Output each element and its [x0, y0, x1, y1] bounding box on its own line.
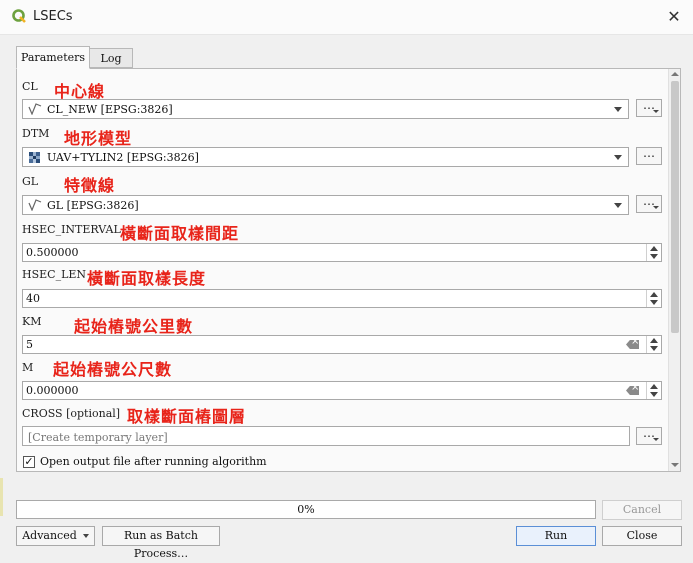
chevron-down-icon: [653, 206, 659, 209]
spin-arrows[interactable]: [646, 382, 661, 399]
parameters-panel: CL 中心線 CL_NEW [EPSG:3826] … DTM 地形模型 UAV…: [16, 68, 681, 472]
hsec-len-annotation: 橫斷面取樣長度: [87, 269, 207, 288]
advanced-label: Advanced: [22, 529, 77, 542]
m-label: M: [22, 361, 34, 374]
hsec-len-spinbox[interactable]: 40: [22, 289, 662, 308]
scrollbar-thumb[interactable]: [671, 81, 679, 333]
title-bar: LSECs ✕: [0, 0, 693, 35]
spin-up-icon[interactable]: [650, 246, 658, 251]
close-window-icon[interactable]: ✕: [663, 6, 685, 28]
m-value: 0.000000: [26, 384, 79, 397]
spin-arrows[interactable]: [646, 244, 661, 261]
cl-value: CL_NEW [EPSG:3826]: [47, 103, 173, 116]
m-spinbox[interactable]: 0.000000: [22, 381, 662, 400]
cl-layer-combo[interactable]: CL_NEW [EPSG:3826]: [22, 99, 629, 119]
open-output-label[interactable]: Open output file after running algorithm: [40, 455, 267, 468]
cross-output-input[interactable]: [26, 428, 610, 446]
chevron-down-icon: [614, 203, 622, 208]
panel-scrollbar[interactable]: [668, 69, 680, 471]
spin-down-icon[interactable]: [650, 392, 658, 397]
km-value: 5: [26, 338, 33, 351]
dtm-annotation: 地形模型: [64, 129, 133, 148]
spin-up-icon[interactable]: [650, 292, 658, 297]
m-annotation: 起始樁號公尺數: [53, 360, 173, 379]
tab-log[interactable]: Log: [89, 48, 133, 68]
gl-options-button[interactable]: …: [636, 195, 662, 213]
spin-up-icon[interactable]: [650, 384, 658, 389]
chevron-down-icon: [614, 107, 622, 112]
dtm-layer-combo[interactable]: UAV+TYLIN2 [EPSG:3826]: [22, 147, 629, 167]
spin-arrows[interactable]: [646, 290, 661, 307]
hsec-interval-spinbox[interactable]: 0.500000: [22, 243, 662, 262]
close-button[interactable]: Close: [602, 526, 682, 546]
scroll-down-icon[interactable]: [671, 463, 679, 467]
window-edge-decoration: [0, 478, 3, 516]
clear-icon[interactable]: [626, 340, 639, 349]
km-annotation: 起始樁號公里數: [74, 317, 194, 336]
tab-parameters[interactable]: Parameters: [16, 46, 90, 69]
cl-label: CL: [22, 80, 38, 93]
cancel-button[interactable]: Cancel: [602, 500, 682, 520]
hsec-interval-annotation: 橫斷面取樣間距: [120, 224, 240, 243]
spin-up-icon[interactable]: [650, 338, 658, 343]
cross-label: CROSS [optional]: [22, 407, 121, 420]
cl-options-button[interactable]: …: [636, 99, 662, 117]
spin-down-icon[interactable]: [650, 254, 658, 259]
hsec-interval-label: HSEC_INTERVAL: [22, 223, 121, 236]
cross-annotation: 取樣斷面樁圖層: [127, 407, 247, 426]
open-output-checkbox[interactable]: ✓: [23, 456, 35, 468]
gl-label: GL: [22, 175, 39, 188]
cross-options-button[interactable]: …: [636, 427, 662, 445]
chevron-down-icon: [614, 155, 622, 160]
km-spinbox[interactable]: 5: [22, 335, 662, 354]
run-button[interactable]: Run: [516, 526, 596, 546]
line-layer-icon: [28, 103, 42, 115]
spin-down-icon[interactable]: [650, 300, 658, 305]
spin-arrows[interactable]: [646, 336, 661, 353]
line-layer-icon: [28, 199, 42, 211]
qgis-logo-icon: [12, 9, 26, 23]
chevron-down-icon: [653, 110, 659, 113]
hsec-len-value: 40: [26, 292, 40, 305]
dtm-options-button[interactable]: …: [636, 147, 662, 165]
spin-down-icon[interactable]: [650, 346, 658, 351]
km-label: KM: [22, 315, 42, 328]
cross-output-field[interactable]: [22, 426, 630, 446]
gl-value: GL [EPSG:3826]: [47, 199, 139, 212]
progress-text: 0%: [297, 503, 315, 516]
progress-bar: 0%: [16, 500, 596, 519]
raster-layer-icon: [29, 152, 40, 163]
chevron-down-icon: [82, 534, 89, 538]
chevron-down-icon: [653, 438, 659, 441]
scroll-up-icon[interactable]: [671, 72, 679, 76]
hsec-interval-value: 0.500000: [26, 246, 79, 259]
clear-icon[interactable]: [626, 386, 639, 395]
batch-process-button[interactable]: Run as Batch Process…: [102, 526, 220, 560]
gl-layer-combo[interactable]: GL [EPSG:3826]: [22, 195, 629, 215]
hsec-len-label: HSEC_LEN: [22, 268, 87, 281]
gl-annotation: 特徵線: [64, 176, 116, 195]
dtm-label: DTM: [22, 127, 50, 140]
advanced-button[interactable]: Advanced: [16, 526, 95, 546]
dtm-value: UAV+TYLIN2 [EPSG:3826]: [47, 151, 199, 164]
window-title: LSECs: [33, 9, 73, 24]
